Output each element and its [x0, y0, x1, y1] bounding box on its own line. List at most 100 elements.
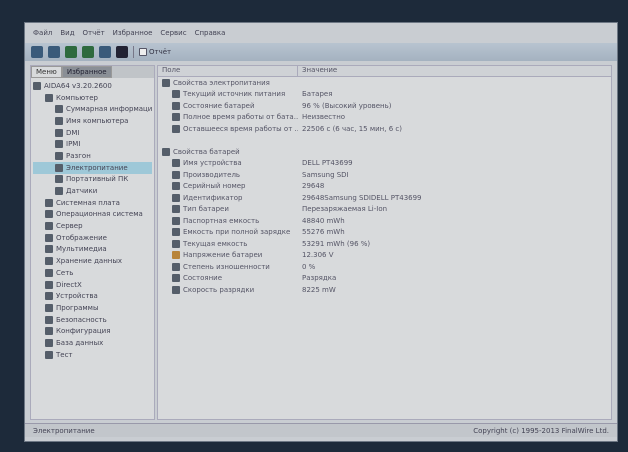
table-row[interactable]: Напряжение батареи 12.306 V [158, 250, 611, 262]
menu-item[interactable]: Справка [195, 29, 226, 41]
table-row[interactable]: Имя устройства DELL PT43699 [158, 158, 611, 170]
tree-item[interactable]: Компьютер [33, 92, 152, 104]
field-label: Имя устройства [183, 159, 242, 168]
tree-node-icon [55, 175, 63, 184]
details-panel: Поле Значение Свойства электропитания Тек… [157, 65, 612, 420]
table-row[interactable]: Текущий источник питания Батарея [158, 89, 611, 101]
tree-item[interactable]: Безопасность [33, 314, 152, 326]
tab-favorites[interactable]: Избранное [61, 66, 112, 78]
field-label: Полное время работы от бата... [183, 113, 298, 122]
field-label: Оставшееся время работы от ... [183, 124, 298, 133]
tree-item-label: IPMI [66, 140, 81, 149]
menu-item[interactable]: Вид [60, 29, 74, 41]
table-row[interactable] [158, 135, 611, 147]
tree-item-label: Безопасность [56, 315, 107, 324]
field-value: Неизвестно [302, 113, 346, 122]
field-label: Свойства электропитания [173, 78, 270, 87]
table-row[interactable]: Производитель Samsung SDI [158, 169, 611, 181]
battery-icon [172, 239, 180, 248]
tree-node-icon [45, 327, 53, 336]
tree-item-label: Суммарная информация [66, 105, 152, 114]
tab-menu[interactable]: Меню [31, 66, 62, 78]
status-bar: Электропитание Copyright (c) 1995-2013 F… [25, 423, 617, 437]
tree-item[interactable]: Отображение [33, 232, 152, 244]
report-button[interactable]: Отчёт [139, 48, 171, 56]
table-row[interactable]: Степень изношенности 0 % [158, 261, 611, 273]
menu-item[interactable]: Файл [33, 29, 52, 41]
user-icon[interactable] [99, 46, 111, 58]
field-label: Состояние [183, 274, 223, 283]
table-row[interactable]: Текущая емкость 53291 mWh (96 %) [158, 238, 611, 250]
tree-item[interactable]: IPMI [33, 138, 152, 150]
tree-node-icon [45, 210, 53, 219]
table-row[interactable]: Емкость при полной зарядке 55276 mWh [158, 227, 611, 239]
tree-item[interactable]: Сервер [33, 220, 152, 232]
tree-item-label: Разгон [66, 151, 91, 160]
field-label: Емкость при полной зарядке [183, 228, 291, 237]
tree-item[interactable]: Устройства [33, 290, 152, 302]
tree-item[interactable]: Системная плата [33, 197, 152, 209]
table-row[interactable]: Полное время работы от бата... Неизвестно [158, 112, 611, 124]
menu-item[interactable]: Сервис [160, 29, 186, 41]
battery-icon [172, 285, 180, 294]
tree-item[interactable]: Хранение данных [33, 255, 152, 267]
column-header-field[interactable]: Поле [158, 66, 298, 76]
report-icon [139, 48, 147, 56]
table-row[interactable]: Состояние Разрядка [158, 273, 611, 285]
tree-node-icon [45, 198, 53, 207]
table-row[interactable]: Серийный номер 29648 [158, 181, 611, 193]
tree-node-icon [45, 338, 53, 347]
table-row[interactable]: Состояние батарей 96 % (Высокий уровень) [158, 100, 611, 112]
chart-icon[interactable] [116, 46, 128, 58]
battery-icon [172, 170, 180, 179]
battery-icon [172, 101, 180, 110]
menu-item[interactable]: Отчёт [83, 29, 105, 41]
tree-item[interactable]: AIDA64 v3.20.2600 [33, 80, 152, 92]
field-value: Разрядка [302, 274, 337, 283]
battery-icon [172, 262, 180, 271]
battery-icon [172, 90, 180, 99]
tree-item-label: Устройства [56, 292, 98, 301]
tree-item-label: Конфигурация [56, 327, 111, 336]
table-row[interactable]: Оставшееся время работы от ... 22506 с (6… [158, 123, 611, 135]
tree-item[interactable]: Суммарная информация [33, 103, 152, 115]
tree-item[interactable]: Датчики [33, 185, 152, 197]
tree-item[interactable]: Разгон [33, 150, 152, 162]
table-row[interactable]: Паспортная емкость 48840 mWh [158, 215, 611, 227]
tree-item-label: Сервер [56, 222, 83, 231]
field-label: Производитель [183, 170, 241, 179]
tree-item[interactable]: DMI [33, 127, 152, 139]
tree-node-icon [55, 151, 63, 160]
table-row[interactable]: Тип батареи Перезаряжаемая Li-Ion [158, 204, 611, 216]
tree-item[interactable]: Портативный ПК [33, 174, 152, 186]
tree-item[interactable]: Сеть [33, 267, 152, 279]
table-row[interactable]: Идентификатор 29648Samsung SDIDELL PT4369… [158, 192, 611, 204]
tree-item-label: Отображение [56, 233, 107, 242]
battery-icon [172, 182, 180, 191]
battery-icon [162, 78, 170, 87]
tree-item[interactable]: Программы [33, 302, 152, 314]
table-row[interactable]: Скорость разрядки 8225 mW [158, 284, 611, 296]
tree-item[interactable]: Конфигурация [33, 325, 152, 337]
tree-item-label: Сеть [56, 268, 74, 277]
menu-item[interactable]: Избранное [113, 29, 153, 41]
tree-item[interactable]: Мультимедиа [33, 244, 152, 256]
battery-icon [172, 124, 180, 133]
refresh-icon[interactable] [82, 46, 94, 58]
back-icon[interactable] [31, 46, 43, 58]
tree-node-icon [55, 187, 63, 196]
field-label: Напряжение батареи [183, 251, 263, 260]
up-icon[interactable] [65, 46, 77, 58]
table-row[interactable]: Свойства электропитания [158, 77, 611, 89]
tree-item[interactable]: Имя компьютера [33, 115, 152, 127]
tree-item-label: Программы [56, 303, 99, 312]
tree-item[interactable]: DirectX [33, 279, 152, 291]
toolbar-separator [133, 46, 134, 58]
forward-icon[interactable] [48, 46, 60, 58]
table-row[interactable]: Свойства батарей [158, 146, 611, 158]
tree-item[interactable]: Тест [33, 349, 152, 361]
column-header-value[interactable]: Значение [298, 66, 337, 76]
tree-item[interactable]: База данных [33, 337, 152, 349]
tree-item[interactable]: Электропитание [33, 161, 152, 174]
tree-item[interactable]: Операционная система [33, 209, 152, 221]
